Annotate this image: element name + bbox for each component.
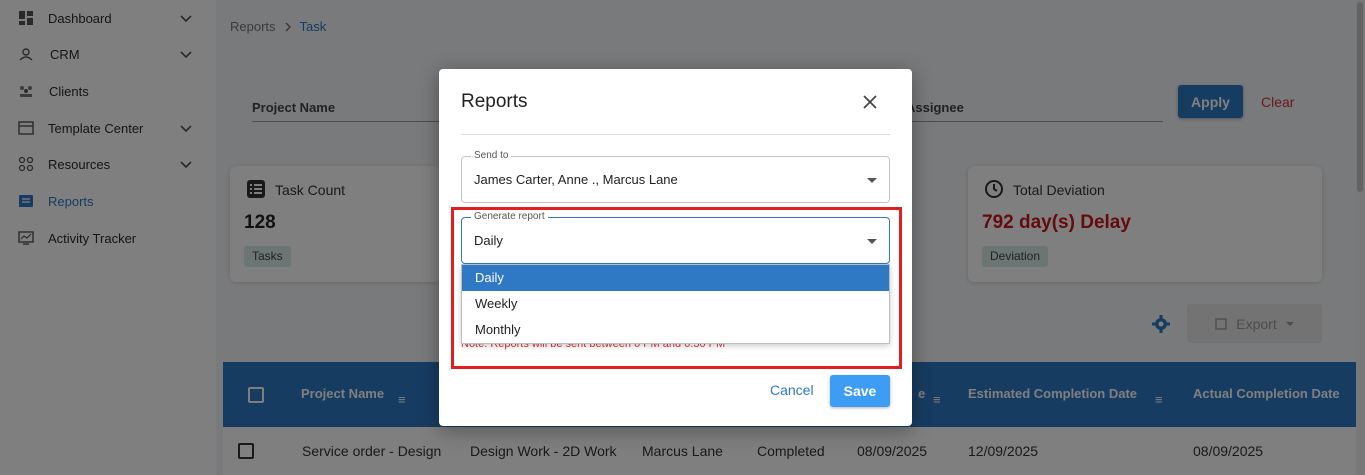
send-to-select[interactable]: Send to James Carter, Anne ., Marcus Lan… [461, 150, 890, 203]
highlight-annotation [451, 207, 902, 369]
send-to-label: Send to [471, 150, 512, 161]
save-button[interactable]: Save [830, 375, 890, 407]
caret-down-icon [867, 178, 877, 183]
cancel-button[interactable]: Cancel [770, 382, 814, 398]
modal-divider [461, 134, 890, 135]
modal-title: Reports [461, 91, 528, 112]
close-icon[interactable] [861, 93, 879, 111]
send-to-value: James Carter, Anne ., Marcus Lane [474, 172, 678, 187]
